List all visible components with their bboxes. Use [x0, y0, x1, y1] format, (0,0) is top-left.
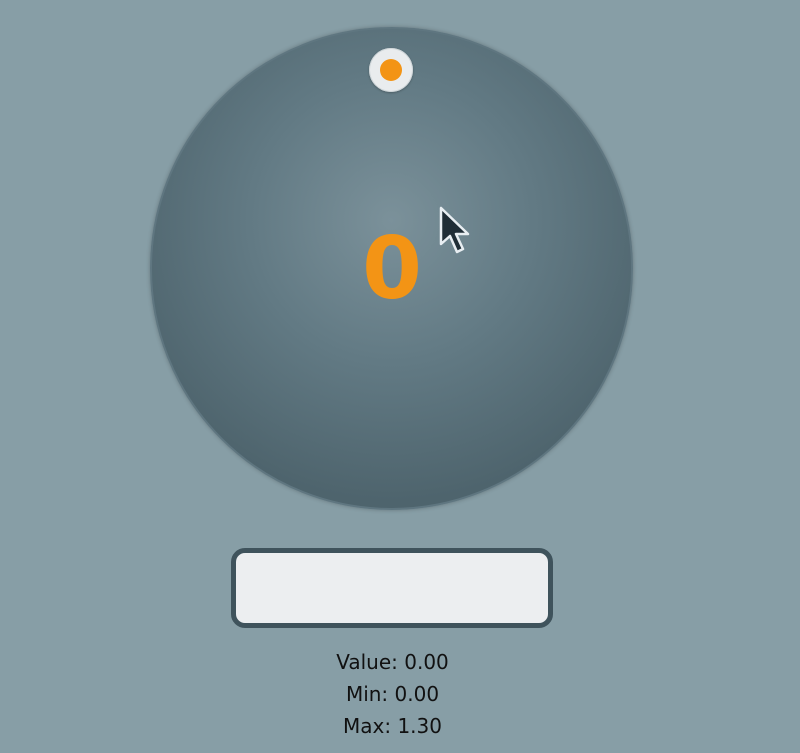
knob-indicator-dot: [380, 59, 402, 81]
value-input[interactable]: [231, 548, 553, 628]
max-readout: Max: 1.30: [343, 714, 442, 738]
value-readout: Value: 0.00: [336, 650, 449, 674]
mouse-pointer-icon: [439, 206, 470, 254]
min-readout: Min: 0.00: [345, 682, 440, 706]
dial-knob-icon[interactable]: [369, 48, 413, 92]
stats-panel: Value: 0.00 Min: 0.00 Max: 1.30: [0, 646, 785, 742]
